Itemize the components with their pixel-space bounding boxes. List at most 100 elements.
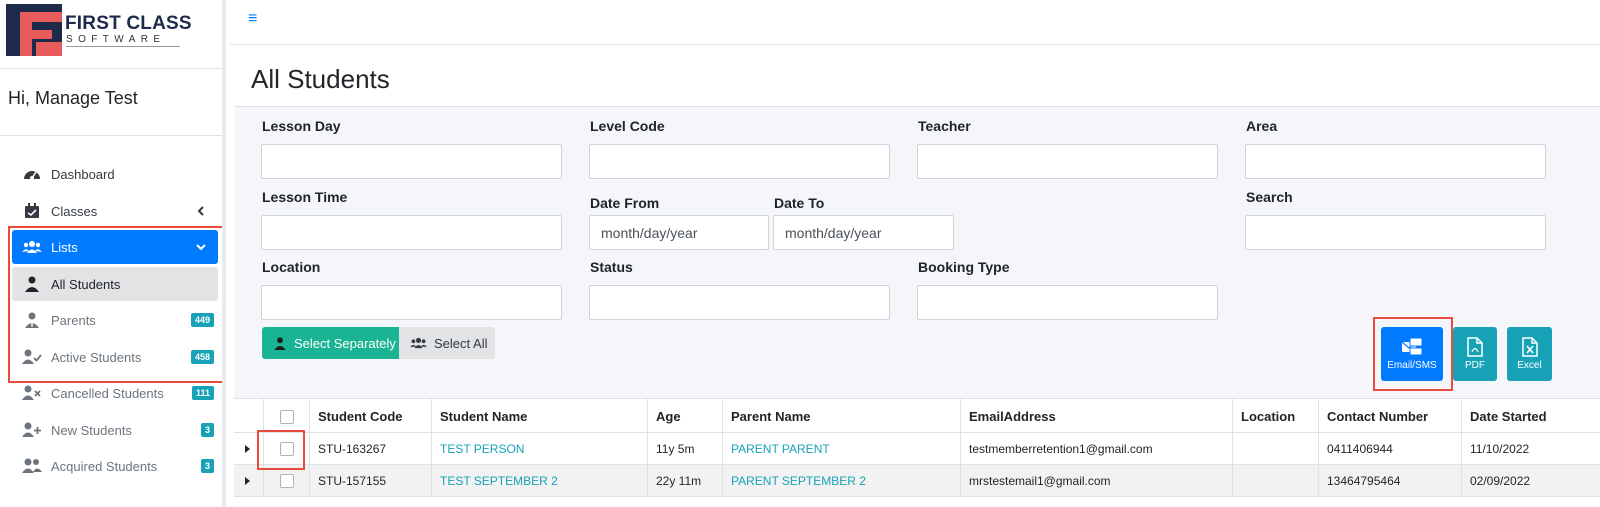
column-header-parent-name[interactable]: Parent Name [722, 399, 960, 434]
menu-toggle-icon[interactable]: ≡ [248, 10, 257, 28]
lesson-day-input[interactable] [261, 144, 562, 179]
lesson-time-label: Lesson Time [262, 189, 348, 205]
age-cell: 11y 5m [647, 433, 722, 465]
sidebar-item-label: Cancelled Students [51, 385, 164, 401]
sidebar-item-label: New Students [51, 422, 132, 438]
divider [0, 68, 222, 69]
user-check-icon [22, 348, 42, 366]
pdf-label: PDF [1465, 360, 1485, 371]
table-row[interactable]: STU-163267 TEST PERSON 11y 5m PARENT PAR… [234, 433, 1600, 465]
count-badge: 111 [191, 386, 214, 400]
date-to-input[interactable]: month/day/year [773, 215, 954, 250]
sidebar-item-label: Active Students [51, 349, 142, 365]
select-separately-button[interactable]: Select Separately [262, 327, 399, 359]
teacher-label: Teacher [918, 118, 971, 134]
column-header-contact-number[interactable]: Contact Number [1318, 399, 1461, 434]
table-header: Student Code Student Name Age Parent Nam… [234, 398, 1600, 434]
user-times-icon [22, 384, 42, 402]
sidebar-item-new-students[interactable]: New Students 3 [12, 413, 218, 447]
divider [0, 135, 222, 136]
search-input[interactable] [1245, 215, 1546, 250]
table-row[interactable]: STU-157155 TEST SEPTEMBER 2 22y 11m PARE… [234, 465, 1600, 497]
users-icon [22, 238, 42, 256]
student-name-link[interactable]: TEST PERSON [431, 433, 647, 465]
sidebar-item-parents[interactable]: Parents 449 [12, 303, 218, 337]
column-header-student-code[interactable]: Student Code [309, 399, 431, 434]
sidebar-item-label: Parents [51, 312, 96, 328]
email-cell: mrstestemail1@gmail.com [960, 465, 1232, 497]
row-checkbox-cell [263, 433, 309, 465]
sidebar: FIRST CLASS SOFTWARE Hi, Manage Test Das… [0, 0, 226, 507]
excel-export-button[interactable]: Excel [1507, 327, 1552, 381]
location-cell [1232, 433, 1318, 465]
sidebar-item-dashboard[interactable]: Dashboard [12, 157, 218, 191]
booking-type-input[interactable] [917, 285, 1218, 320]
count-badge: 3 [200, 459, 214, 473]
users-icon [410, 336, 428, 350]
sidebar-item-lists[interactable]: Lists [12, 230, 218, 264]
parent-name-link[interactable]: PARENT SEPTEMBER 2 [722, 465, 960, 497]
sidebar-item-label: All Students [51, 276, 121, 292]
row-checkbox[interactable] [279, 474, 294, 488]
chevron-down-icon [194, 240, 208, 254]
sidebar-item-active-students[interactable]: Active Students 458 [12, 340, 218, 374]
page-title: All Students [251, 64, 390, 94]
teacher-input[interactable] [917, 144, 1218, 179]
logo-mark-icon [6, 4, 62, 56]
email-sms-button[interactable]: Email/SMS [1381, 327, 1443, 381]
expand-row-icon[interactable] [245, 477, 250, 485]
status-input[interactable] [589, 285, 890, 320]
column-header-date-started[interactable]: Date Started [1461, 399, 1600, 434]
area-input[interactable] [1245, 144, 1546, 179]
sidebar-item-label: Acquired Students [51, 458, 158, 474]
level-code-label: Level Code [590, 118, 665, 134]
row-checkbox-cell [263, 465, 309, 497]
date-started-cell: 02/09/2022 [1461, 465, 1600, 497]
count-badge: 449 [190, 313, 214, 327]
top-bar: ≡ [230, 0, 1600, 45]
email-cell: testmemberretention1@gmail.com [960, 433, 1232, 465]
user-tie-icon [22, 311, 42, 329]
user-icon [274, 336, 288, 350]
user-icon [22, 275, 42, 293]
date-from-input[interactable]: month/day/year [589, 215, 769, 250]
parent-name-link[interactable]: PARENT PARENT [722, 433, 960, 465]
booking-type-label: Booking Type [918, 259, 1010, 275]
lesson-time-input[interactable] [261, 215, 562, 250]
count-badge: 3 [200, 423, 214, 437]
sidebar-item-classes[interactable]: Classes [12, 194, 218, 228]
sidebar-item-cancelled-students[interactable]: Cancelled Students 111 [12, 376, 218, 410]
lesson-day-label: Lesson Day [262, 118, 341, 134]
status-label: Status [590, 259, 633, 275]
select-all-checkbox[interactable] [279, 409, 294, 424]
pdf-export-button[interactable]: PDF [1453, 327, 1497, 381]
gauge-icon [22, 165, 42, 183]
email-sms-icon [1401, 337, 1423, 357]
student-name-link[interactable]: TEST SEPTEMBER 2 [431, 465, 647, 497]
date-started-cell: 11/10/2022 [1461, 433, 1600, 465]
column-header-location[interactable]: Location [1232, 399, 1318, 434]
area-label: Area [1246, 118, 1278, 134]
select-all-button[interactable]: Select All [399, 327, 495, 359]
column-header-age[interactable]: Age [647, 399, 722, 434]
sidebar-item-acquired-students[interactable]: Acquired Students 3 [12, 449, 218, 483]
expand-row-icon[interactable] [245, 445, 250, 453]
user-plus-icon [22, 421, 42, 439]
date-from-label: Date From [590, 195, 660, 211]
search-label: Search [1246, 189, 1293, 205]
contact-number-cell: 0411406944 [1318, 433, 1461, 465]
location-input[interactable] [261, 285, 562, 320]
column-header-email[interactable]: EmailAddress [960, 399, 1232, 434]
user-greeting: Hi, Manage Test [8, 88, 138, 108]
calendar-check-icon [22, 202, 42, 220]
contact-number-cell: 13464795464 [1318, 465, 1461, 497]
sidebar-item-all-students[interactable]: All Students [12, 267, 218, 301]
brand-logo[interactable]: FIRST CLASS SOFTWARE [6, 4, 206, 58]
student-code-cell: STU-157155 [309, 465, 431, 497]
sidebar-item-label: Lists [51, 239, 78, 255]
column-header-student-name[interactable]: Student Name [431, 399, 647, 434]
level-code-input[interactable] [589, 144, 890, 179]
row-checkbox[interactable] [279, 442, 294, 456]
location-cell [1232, 465, 1318, 497]
sidebar-item-label: Dashboard [51, 166, 115, 182]
